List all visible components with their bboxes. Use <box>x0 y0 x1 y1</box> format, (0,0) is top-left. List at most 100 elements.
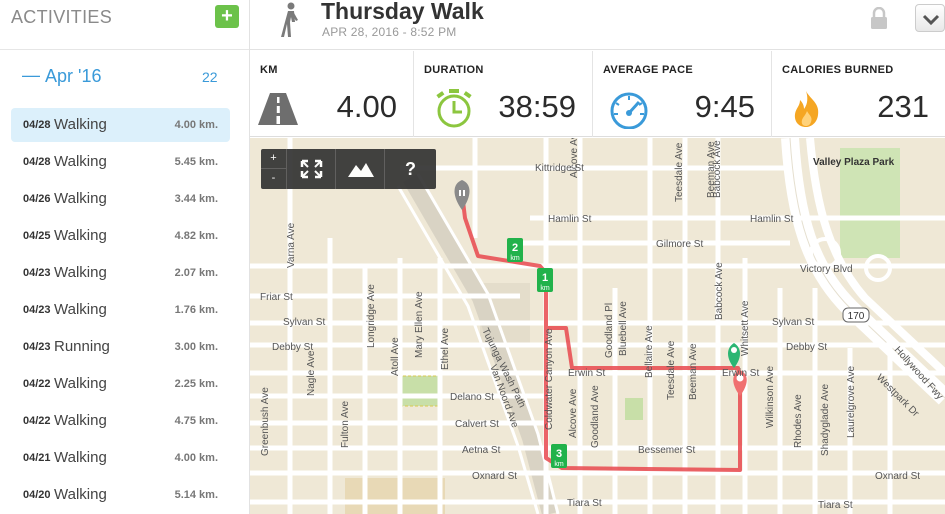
activity-type: Walking <box>54 153 107 170</box>
street-label: Teesdale Ave <box>674 142 685 202</box>
street-label: Hamlin St <box>750 214 794 225</box>
activity-date: 04/22 <box>23 378 51 390</box>
km-marker-2-num: 2 <box>512 242 518 254</box>
activity-distance: 2.25 km. <box>174 378 218 390</box>
activity-type: Walking <box>54 227 107 244</box>
help-button[interactable]: ? <box>384 149 436 189</box>
street-label: Alcove Ave <box>568 388 579 438</box>
walker-icon <box>281 2 298 37</box>
activity-item[interactable]: 04/26 Walking 3.44 km. <box>11 182 230 216</box>
km-marker-1-num: 1 <box>542 272 548 284</box>
stat-calories: CALORIES BURNED 231 <box>772 51 945 137</box>
street-label: Whitsett Ave <box>740 300 751 356</box>
street-label: Babcock Ave <box>712 140 723 198</box>
km-marker-3-unit: km <box>554 461 564 468</box>
street-label: Shadyglade Ave <box>820 383 831 456</box>
street-label: Laurelgrove Ave <box>846 365 857 438</box>
stopwatch-icon <box>436 89 472 128</box>
lock-icon[interactable] <box>870 7 888 29</box>
street-label: Beeman Ave <box>688 343 699 400</box>
activity-item[interactable]: 04/28 Walking 5.45 km. <box>11 145 230 179</box>
activity-item[interactable]: 04/25 Walking 4.82 km. <box>11 219 230 253</box>
km-marker-3: 3 km <box>551 444 567 468</box>
activity-item[interactable]: 04/23 Walking 2.07 km. <box>11 256 230 290</box>
street-label: Debby St <box>786 342 827 353</box>
activity-date: 04/26 <box>23 193 51 205</box>
street-label: Mary Ellen Ave <box>414 291 425 358</box>
street-label: Bellaire Ave <box>644 325 655 378</box>
activity-distance: 5.14 km. <box>174 489 218 501</box>
street-label: Victory Blvd <box>800 264 853 275</box>
activity-date: 04/28 <box>23 156 51 168</box>
activity-date: 04/28 <box>23 119 51 131</box>
activity-date: 04/22 <box>23 415 51 427</box>
activity-item[interactable]: 04/23 Running 3.00 km. <box>11 330 230 364</box>
street-label: Teesdale Ave <box>666 340 677 400</box>
month-label: Apr '16 <box>45 66 102 86</box>
street-label: Atoll Ave <box>390 337 401 376</box>
km-marker-1-unit: km <box>540 285 550 292</box>
activities-sidebar: ACTIVITIES + — Apr '16 22 04/28 Walking 4.… <box>0 0 250 514</box>
activity-distance: 4.75 km. <box>174 415 218 427</box>
activity-type: Walking <box>54 375 107 392</box>
stat-duration-value: 38:59 <box>498 89 576 124</box>
street-label: Goodland Ave <box>590 385 601 448</box>
activity-date: 04/23 <box>23 341 51 353</box>
activity-menu-button[interactable] <box>915 4 945 32</box>
activity-type: Walking <box>54 190 107 207</box>
terrain-button[interactable] <box>335 149 384 189</box>
map-canvas: 2 km 1 km 3 km 170 Kittridge St Hamlin S… <box>250 138 945 514</box>
street-label: Sylvan St <box>772 317 814 328</box>
stats-bar: KM 4.00 DURATION 38:59 AVERAGE PACE 9:45… <box>250 51 945 137</box>
street-label: Babcock Ave <box>714 262 725 320</box>
fullscreen-icon <box>300 159 323 179</box>
activity-date: 04/21 <box>23 452 51 464</box>
street-label: Varna Ave <box>286 222 297 268</box>
activity-item[interactable]: 04/22 Walking 4.75 km. <box>11 404 230 438</box>
activity-date: 04/20 <box>23 489 51 501</box>
park-area <box>397 375 439 407</box>
activity-item[interactable]: 04/23 Walking 1.76 km. <box>11 293 230 327</box>
street-label: Sylvan St <box>283 317 325 328</box>
building-lot <box>345 478 445 514</box>
street-label: Hamlin St <box>548 214 592 225</box>
stat-km: KM 4.00 <box>250 51 414 137</box>
stat-pace-value: 9:45 <box>694 89 755 124</box>
km-marker-3-num: 3 <box>556 448 562 460</box>
activity-type: Walking <box>54 116 107 133</box>
street-label: Erwin St <box>568 368 605 379</box>
park-label: Valley Plaza Park <box>813 157 895 168</box>
activity-item[interactable]: 04/28 Walking 4.00 km. <box>11 108 230 142</box>
month-group-toggle[interactable]: — Apr '16 22 <box>0 62 250 92</box>
activity-distance: 1.76 km. <box>174 304 218 316</box>
activity-date: 04/23 <box>23 267 51 279</box>
mountain-icon <box>348 163 374 177</box>
chevron-down-icon <box>922 14 940 26</box>
activity-distance: 4.00 km. <box>174 119 218 131</box>
activity-distance: 4.82 km. <box>174 230 218 242</box>
activity-type: Walking <box>54 449 107 466</box>
activity-distance: 3.00 km. <box>174 341 218 353</box>
street-label: Oxnard St <box>472 471 517 482</box>
highway-170-label: 170 <box>848 311 865 322</box>
flame-icon <box>794 91 819 127</box>
highway-170-shield: 170 <box>842 307 870 323</box>
activity-item[interactable]: 04/22 Walking 2.25 km. <box>11 367 230 401</box>
map-controls: + - ? <box>261 149 436 189</box>
stat-pace-label: AVERAGE PACE <box>603 64 693 76</box>
activity-type: Walking <box>54 264 107 281</box>
add-activity-button[interactable]: + <box>215 5 239 28</box>
stat-km-label: KM <box>260 64 278 76</box>
street-label: Gilmore St <box>656 239 703 250</box>
street-label: Aetna St <box>462 445 501 456</box>
stat-pace: AVERAGE PACE 9:45 <box>593 51 772 137</box>
route-map[interactable]: 2 km 1 km 3 km 170 Kittridge St Hamlin S… <box>250 138 945 514</box>
zoom-in-button[interactable]: + <box>261 149 286 169</box>
activity-item[interactable]: 04/21 Walking 4.00 km. <box>11 441 230 475</box>
fullscreen-button[interactable] <box>286 149 335 189</box>
street-label: Nagle Ave <box>306 350 317 396</box>
activity-item[interactable]: 04/20 Walking 5.14 km. <box>11 478 230 512</box>
zoom-out-button[interactable]: - <box>261 169 286 189</box>
activity-datetime: APR 28, 2016 - 8:52 PM <box>322 25 457 39</box>
activity-type: Walking <box>54 301 107 318</box>
